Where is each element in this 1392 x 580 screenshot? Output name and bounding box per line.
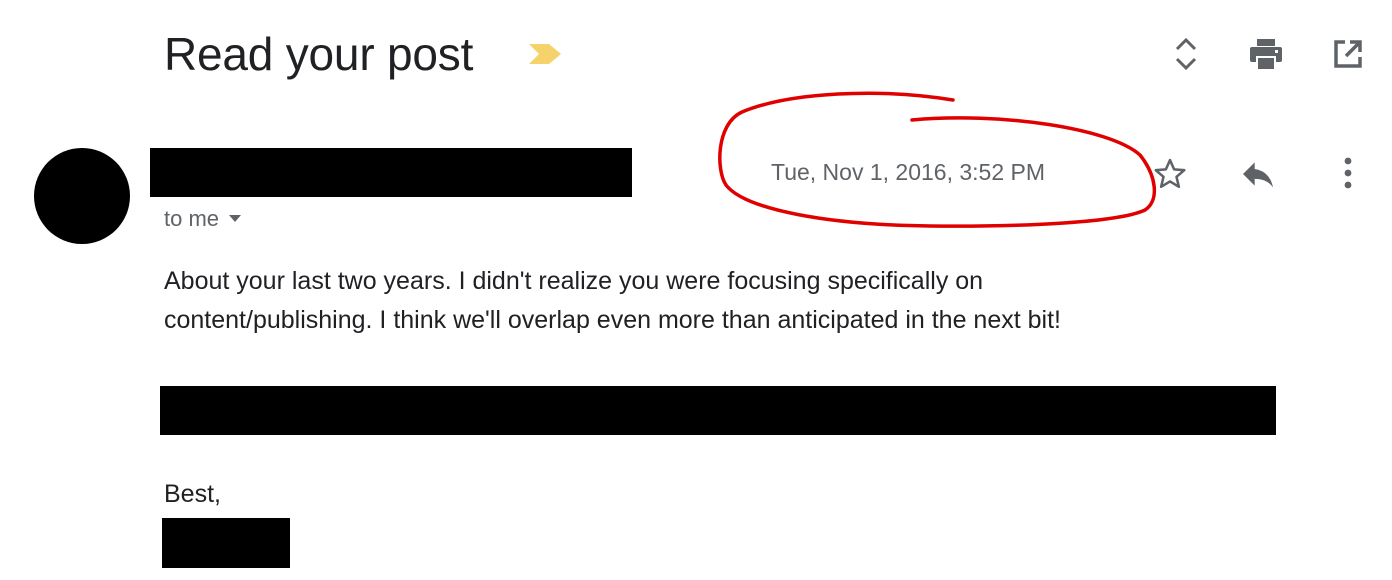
expand-collapse-icon[interactable] — [1168, 34, 1204, 74]
star-icon[interactable] — [1148, 152, 1192, 196]
body-line: About your last two years. I didn't real… — [164, 267, 984, 295]
redacted-body-line — [160, 386, 1276, 435]
email-subject: Read your post — [164, 28, 474, 80]
importance-marker-icon[interactable] — [527, 42, 563, 66]
redacted-sender-name — [150, 148, 632, 197]
body-line: content/publishing. I think we'll overla… — [164, 306, 1061, 334]
email-signoff: Best, — [164, 480, 221, 508]
email-body: About your last two years. I didn't real… — [164, 262, 1304, 340]
print-icon[interactable] — [1248, 34, 1284, 74]
open-in-new-window-icon[interactable] — [1330, 34, 1366, 74]
reply-icon[interactable] — [1236, 152, 1280, 196]
chevron-down-icon — [229, 214, 242, 222]
recipient-label: to me — [164, 206, 220, 231]
sender-avatar — [34, 148, 130, 244]
redacted-signature — [162, 518, 290, 568]
recipient-details-toggle[interactable]: to me — [164, 204, 242, 234]
more-vert-icon[interactable] — [1326, 152, 1370, 196]
email-date: Tue, Nov 1, 2016, 3:52 PM — [771, 159, 1046, 185]
